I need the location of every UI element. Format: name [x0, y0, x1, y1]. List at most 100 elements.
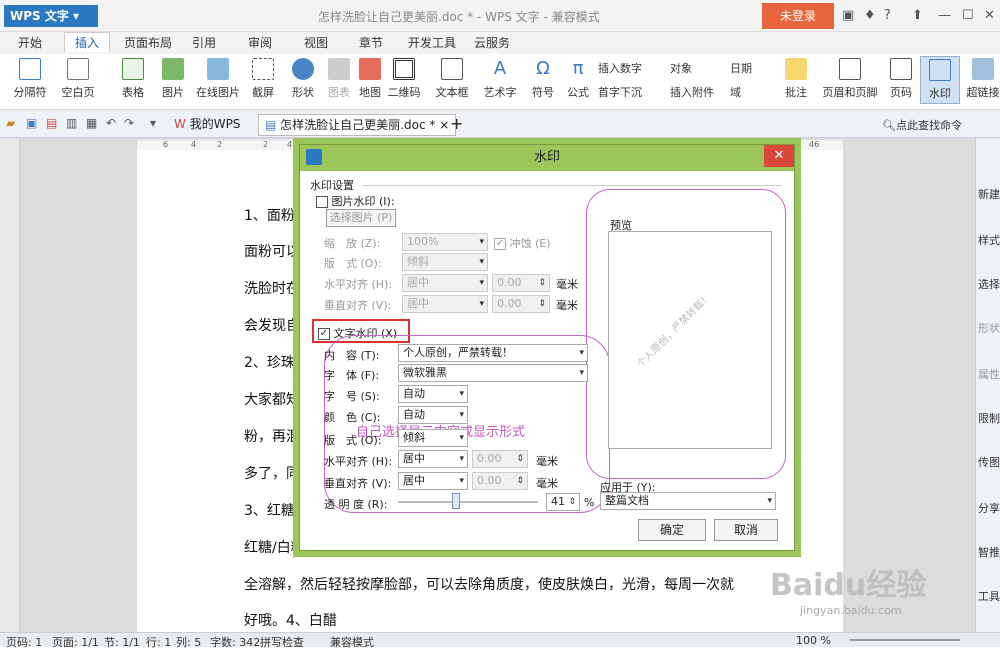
- v-offset2-spinner[interactable]: 0.00 ⇕: [472, 472, 528, 490]
- size-select[interactable]: 自动 ▾: [398, 385, 468, 403]
- chart-button[interactable]: 图表: [324, 58, 354, 100]
- tab-document[interactable]: ▤ 怎样洗脸让自己更美丽.doc * ×: [258, 114, 457, 136]
- open-icon[interactable]: ▰: [6, 116, 15, 130]
- h-align2-select[interactable]: 居中 ▾: [398, 450, 468, 468]
- scale-select[interactable]: 100% ▾: [402, 233, 488, 251]
- picture-watermark-checkbox[interactable]: 图片水印 (I):: [316, 193, 395, 209]
- cancel-button[interactable]: 取消: [714, 519, 778, 541]
- table-button[interactable]: 表格: [116, 58, 150, 100]
- shirt-icon[interactable]: ♦: [864, 8, 876, 23]
- doc-line: 大家都知: [244, 392, 300, 408]
- online-picture-icon: [207, 58, 229, 80]
- panel-new[interactable]: 新建: [978, 186, 1000, 202]
- tab-insert[interactable]: 插入: [64, 32, 111, 52]
- tab-page-layout[interactable]: 页面布局: [124, 34, 172, 51]
- tab-my-wps[interactable]: W 我的WPS: [168, 114, 246, 136]
- panel-select[interactable]: 选择: [978, 276, 1000, 292]
- undo-icon[interactable]: ↶: [106, 116, 116, 130]
- panel-restrict[interactable]: 限制: [978, 410, 1000, 426]
- tab-view[interactable]: 视图: [304, 34, 328, 51]
- close-icon[interactable]: ✕: [984, 8, 995, 23]
- redo-icon[interactable]: ↷: [124, 116, 134, 130]
- drop-cap-button[interactable]: 首字下沉: [598, 84, 642, 100]
- qrcode-button[interactable]: 二维码: [386, 58, 422, 100]
- zoom-slider[interactable]: [850, 639, 960, 641]
- tab-reference[interactable]: 引用: [192, 34, 216, 51]
- h-align-select[interactable]: 居中 ▾: [402, 274, 488, 292]
- picture-button[interactable]: 图片: [156, 58, 190, 100]
- restore-icon[interactable]: ⬆: [912, 8, 923, 23]
- washout-checkbox[interactable]: ✓ 冲蚀 (E): [494, 235, 551, 251]
- hyperlink-button[interactable]: 超链接: [966, 58, 1000, 100]
- panel-tools[interactable]: 工具: [978, 588, 1000, 604]
- preview-icon[interactable]: ▦: [86, 116, 97, 130]
- formula-button[interactable]: π 公式: [562, 58, 594, 100]
- object-button[interactable]: 对象: [670, 60, 692, 76]
- skin-icon[interactable]: ▣: [842, 8, 854, 23]
- comment-button[interactable]: 批注: [780, 58, 812, 100]
- print-icon[interactable]: ▥: [66, 116, 77, 130]
- header-footer-button[interactable]: 页眉和页脚: [820, 58, 880, 100]
- font-select[interactable]: 微软雅黑 ▾: [398, 364, 588, 382]
- tab-review[interactable]: 审阅: [248, 34, 272, 51]
- h-offset-spinner[interactable]: 0.00 ⇕: [492, 274, 550, 292]
- blank-page-button[interactable]: 空白页: [56, 58, 100, 100]
- layout2-label: 版 式 (O):: [324, 434, 382, 447]
- insert-number-button[interactable]: 插入数字: [598, 60, 642, 76]
- panel-upload[interactable]: 传图: [978, 454, 1000, 470]
- save-icon[interactable]: ▣: [26, 116, 37, 130]
- date-button[interactable]: 日期: [730, 60, 752, 76]
- panel-share[interactable]: 分享: [978, 500, 1000, 516]
- login-button[interactable]: 未登录: [762, 3, 834, 29]
- wordart-button[interactable]: A 艺术字: [480, 58, 520, 100]
- panel-property[interactable]: 属性: [978, 366, 1000, 382]
- transparency-slider[interactable]: [452, 493, 460, 509]
- online-picture-button[interactable]: 在线图片: [194, 58, 242, 100]
- new-tab-button[interactable]: +: [444, 114, 469, 136]
- v-align2-select[interactable]: 居中 ▾: [398, 472, 468, 490]
- tab-cloud[interactable]: 云服务: [474, 34, 510, 51]
- tab-developer[interactable]: 开发工具: [408, 34, 456, 51]
- layout-select[interactable]: 倾斜 ▾: [402, 253, 488, 271]
- minimize-icon[interactable]: —: [938, 8, 951, 23]
- choose-picture-button[interactable]: 选择图片 (P): [326, 209, 396, 227]
- app-menu-button[interactable]: WPS 文字 ▾: [4, 5, 98, 27]
- tab-chapter[interactable]: 章节: [359, 34, 383, 51]
- page-number-button[interactable]: 页码: [884, 58, 918, 100]
- chevron-down-icon[interactable]: ▾: [150, 116, 156, 130]
- help-icon[interactable]: ?: [884, 8, 891, 23]
- tab-start[interactable]: 开始: [18, 34, 42, 51]
- pi-icon: π: [572, 58, 584, 79]
- spellcheck-button[interactable]: 拼写检查: [260, 634, 304, 650]
- watermark-icon: [929, 59, 951, 81]
- panel-shape[interactable]: 形状: [978, 320, 1000, 336]
- search-command[interactable]: 🔍︎点此查找命令: [882, 117, 962, 133]
- unit-label: 毫米: [536, 455, 558, 468]
- doc-line: 面粉可以: [244, 244, 300, 260]
- attachment-button[interactable]: 插入附件: [670, 84, 714, 100]
- panel-smart[interactable]: 智推: [978, 544, 1000, 560]
- layout-label: 版 式 (O):: [324, 257, 382, 270]
- transparency-input[interactable]: 41 ⇕: [546, 493, 580, 511]
- map-button[interactable]: 地图: [356, 58, 384, 100]
- panel-style[interactable]: 样式: [978, 232, 1000, 248]
- section-break-button[interactable]: 分隔符: [8, 58, 52, 100]
- h-offset2-spinner[interactable]: 0.00 ⇕: [472, 450, 528, 468]
- apply-select[interactable]: 整篇文档 ▾: [600, 492, 776, 510]
- layout2-select[interactable]: 倾斜 ▾: [398, 429, 468, 447]
- pdf-icon[interactable]: ▤: [46, 116, 57, 130]
- ok-button[interactable]: 确定: [638, 519, 706, 541]
- symbol-button[interactable]: Ω 符号: [526, 58, 560, 100]
- dialog-close-button[interactable]: ✕: [764, 145, 794, 167]
- doc-line: 洗脸时在: [244, 281, 300, 297]
- textbox-button[interactable]: 文本框: [430, 58, 474, 100]
- screenshot-button[interactable]: 截屏: [246, 58, 280, 100]
- dialog-title: 水印: [300, 145, 794, 171]
- field-button[interactable]: 域: [730, 84, 741, 100]
- shapes-button[interactable]: 形状: [286, 58, 320, 100]
- v-align-select[interactable]: 居中 ▾: [402, 295, 488, 313]
- maximize-icon[interactable]: ☐: [962, 8, 974, 23]
- v-offset-spinner[interactable]: 0.00 ⇕: [492, 295, 550, 313]
- content-input[interactable]: 个人原创，严禁转载！ ▾: [398, 344, 588, 362]
- watermark-button[interactable]: 水印: [920, 56, 960, 104]
